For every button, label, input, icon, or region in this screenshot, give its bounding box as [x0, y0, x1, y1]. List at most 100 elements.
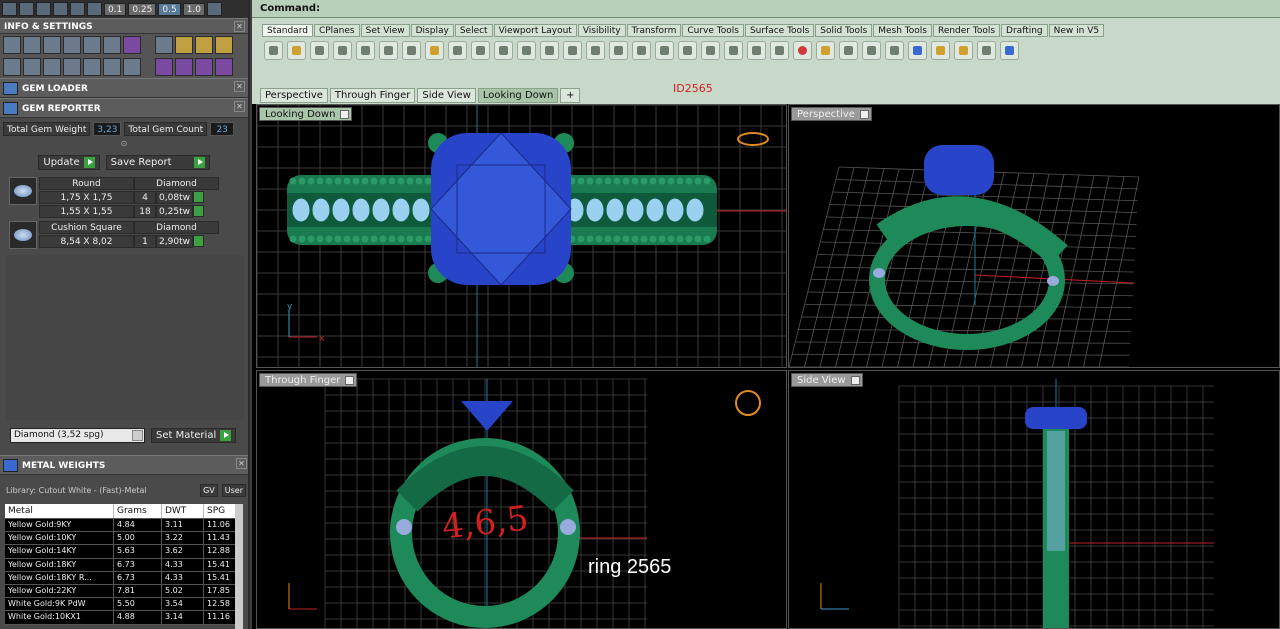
frame3-icon[interactable]: [215, 36, 233, 54]
update-button[interactable]: Update: [38, 155, 100, 170]
snap-icon[interactable]: [70, 2, 85, 16]
globe-icon[interactable]: [43, 58, 61, 76]
pan-icon[interactable]: [471, 41, 490, 60]
metal-table-scrollbar[interactable]: [235, 504, 243, 629]
light-icon[interactable]: [747, 41, 766, 60]
step-0-1[interactable]: 0.1: [104, 2, 127, 16]
viewport-perspective[interactable]: Perspective: [788, 104, 1280, 368]
table-row[interactable]: Yellow Gold:18KY 6.73 4.33 15.41: [5, 558, 243, 572]
close-icon[interactable]: ✕: [234, 21, 245, 32]
frame-icon[interactable]: [175, 36, 193, 54]
plane-icon[interactable]: [43, 36, 61, 54]
viewport-label-side-view[interactable]: Side View: [791, 373, 863, 387]
user-select[interactable]: User: [221, 484, 246, 497]
open-folder-icon[interactable]: [287, 41, 306, 60]
layout-icon[interactable]: [3, 58, 21, 76]
toolbar-tab[interactable]: Solid Tools: [815, 24, 873, 37]
cube-icon[interactable]: [123, 36, 141, 54]
table-row[interactable]: White Gold:9K PdW 5.50 3.54 12.58: [5, 598, 243, 612]
solid-icon[interactable]: [63, 58, 81, 76]
toolbar-tab[interactable]: Visibility: [577, 24, 626, 37]
col-grams[interactable]: Grams: [114, 504, 162, 518]
viewport-tab[interactable]: Through Finger: [329, 88, 416, 103]
table-row[interactable]: Yellow Gold:14KY 5.63 3.62 12.88: [5, 545, 243, 559]
table-row[interactable]: White Gold:10KX1 4.88 3.14 11.16: [5, 611, 243, 625]
step-0-25[interactable]: 0.25: [128, 2, 157, 16]
paint-icon[interactable]: [793, 41, 812, 60]
viewport-tab[interactable]: Perspective: [260, 88, 328, 103]
curve-icon[interactable]: [53, 2, 68, 16]
gem-icon[interactable]: [155, 58, 173, 76]
toolbar-tab[interactable]: Viewport Layout: [493, 24, 577, 37]
sphere-blue-icon[interactable]: [908, 41, 927, 60]
zoom-icon[interactable]: [517, 41, 536, 60]
set-material-button[interactable]: Set Material: [151, 428, 237, 443]
zoom-extents-icon[interactable]: [563, 41, 582, 60]
toolbar-tab[interactable]: Mesh Tools: [873, 24, 932, 37]
col-metal[interactable]: Metal: [5, 504, 114, 518]
cursor-icon[interactable]: [87, 2, 102, 16]
table-row[interactable]: Yellow Gold:10KY 5.00 3.22 11.43: [5, 532, 243, 546]
toolbar-tab[interactable]: Set View: [360, 24, 410, 37]
zoom-window-icon[interactable]: [540, 41, 559, 60]
toolbar-tab[interactable]: Display: [410, 24, 454, 37]
save-icon[interactable]: [310, 41, 329, 60]
monitor-icon[interactable]: [23, 58, 41, 76]
toolbar-tab[interactable]: CPlanes: [313, 24, 360, 37]
command-line[interactable]: Command:: [252, 0, 1280, 18]
viewport-tab[interactable]: Side View: [417, 88, 476, 103]
clock-icon[interactable]: [701, 41, 720, 60]
toolbar-tab[interactable]: New in V5: [1048, 24, 1105, 37]
box-icon[interactable]: [63, 36, 81, 54]
viewport-label-perspective[interactable]: Perspective: [791, 107, 872, 121]
close-icon[interactable]: ✕: [234, 101, 245, 112]
viewport-label-through-finger[interactable]: Through Finger: [259, 373, 358, 387]
toolbar-tab[interactable]: Standard: [262, 24, 313, 37]
save-report-button[interactable]: Save Report: [105, 155, 210, 170]
step-0-5[interactable]: 0.5: [158, 2, 181, 16]
close-icon[interactable]: ✕: [234, 81, 245, 92]
gear-icon[interactable]: [954, 41, 973, 60]
add-viewport-tab[interactable]: +: [560, 88, 581, 103]
gem2-icon[interactable]: [175, 58, 193, 76]
viewport-looking-down[interactable]: xy Looking Down: [256, 104, 787, 368]
gv-select[interactable]: GV: [200, 484, 218, 497]
collapse-handle[interactable]: ⊙: [3, 139, 245, 149]
undo-icon[interactable]: [448, 41, 467, 60]
scissors-icon[interactable]: [103, 58, 121, 76]
sphere-half-icon[interactable]: [885, 41, 904, 60]
zoom-selected-icon[interactable]: [586, 41, 605, 60]
play-icon[interactable]: [193, 235, 204, 247]
settings-grid-icon[interactable]: [207, 2, 223, 16]
toolbar-tab[interactable]: Curve Tools: [682, 24, 744, 37]
viewport-side-view[interactable]: Side View: [788, 370, 1280, 629]
flag-icon[interactable]: [931, 41, 950, 60]
step-1-0[interactable]: 1.0: [182, 2, 206, 16]
table-row[interactable]: Yellow Gold:9KY 4.84 3.11 11.06: [5, 519, 243, 533]
paste-icon[interactable]: [425, 41, 444, 60]
sphere-gray-icon[interactable]: [862, 41, 881, 60]
help-icon[interactable]: [1000, 41, 1019, 60]
filter-icon[interactable]: [83, 58, 101, 76]
copy-icon[interactable]: [402, 41, 421, 60]
color-wheel-icon[interactable]: [816, 41, 835, 60]
move-icon[interactable]: [494, 41, 513, 60]
rotate-icon[interactable]: [609, 41, 628, 60]
measure-icon[interactable]: [977, 41, 996, 60]
viewport-label-looking-down[interactable]: Looking Down: [259, 107, 353, 121]
cut-icon[interactable]: [379, 41, 398, 60]
close-icon[interactable]: ✕: [236, 458, 247, 469]
print-icon[interactable]: [333, 41, 352, 60]
gem4-icon[interactable]: [215, 58, 233, 76]
pencil-icon[interactable]: [36, 2, 51, 16]
gear-icon[interactable]: [3, 36, 21, 54]
magnify-icon[interactable]: [23, 36, 41, 54]
report-icon[interactable]: [123, 58, 141, 76]
play-icon[interactable]: [193, 205, 204, 217]
col-dwt[interactable]: DWT: [162, 504, 204, 518]
gem3-icon[interactable]: [195, 58, 213, 76]
play-icon[interactable]: [193, 191, 204, 203]
lock-icon[interactable]: [770, 41, 789, 60]
bolt-icon[interactable]: [155, 36, 173, 54]
new-file-icon[interactable]: [264, 41, 283, 60]
